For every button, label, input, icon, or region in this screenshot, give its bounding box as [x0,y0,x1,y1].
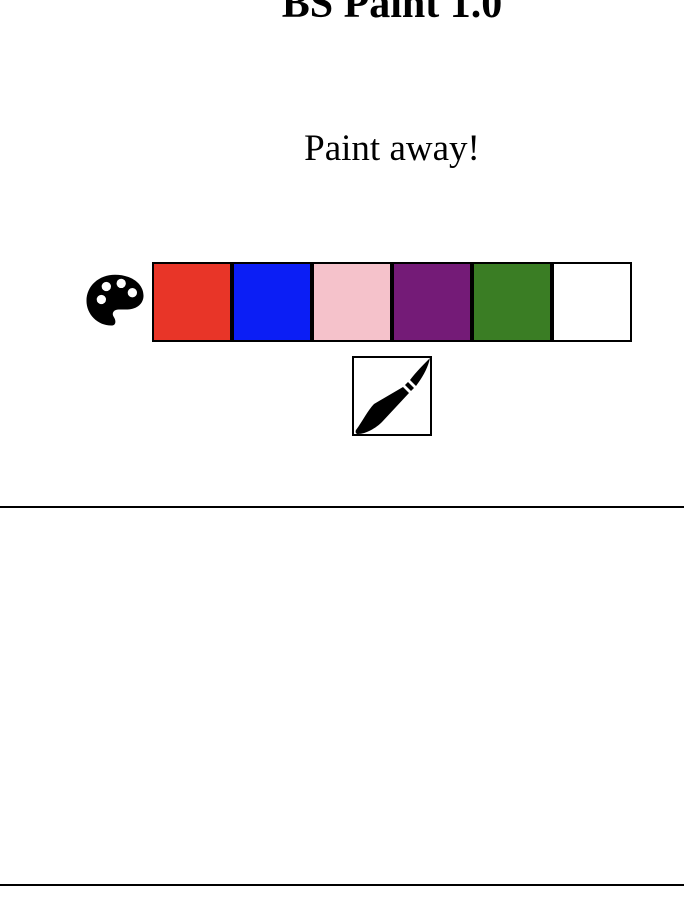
swatch-blue[interactable] [232,262,312,342]
swatch-white[interactable] [552,262,632,342]
swatch-green[interactable] [472,262,552,342]
swatch-list [152,262,632,342]
color-palette [84,262,632,342]
paintbrush-icon [355,358,430,434]
drawing-canvas[interactable] [0,506,684,886]
palette-icon [86,274,144,326]
swatch-red[interactable] [152,262,232,342]
page-subtitle: Paint away! [304,128,480,169]
swatch-pink[interactable] [312,262,392,342]
brush-tool-button[interactable] [352,356,432,436]
page-title: BS Paint 1.0 [281,0,503,27]
swatch-purple[interactable] [392,262,472,342]
paint-app: BS Paint 1.0 Paint away! [0,0,684,902]
